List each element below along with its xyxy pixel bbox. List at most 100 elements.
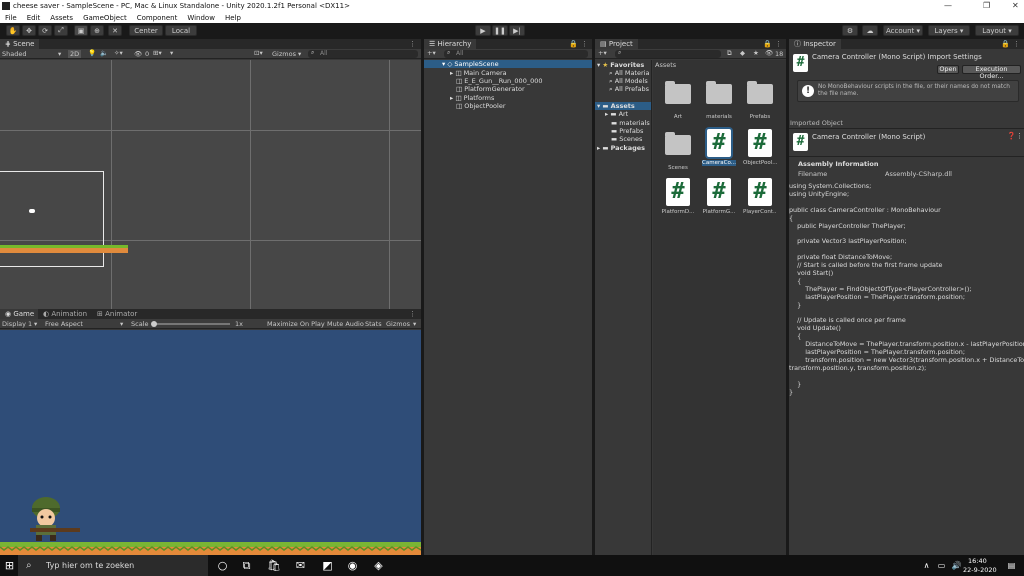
- assets-root-row[interactable]: ▾ ▬ Assets: [595, 102, 651, 110]
- windows-start-icon[interactable]: ⊞: [3, 559, 16, 572]
- mode-2d-button[interactable]: 2D: [68, 50, 82, 58]
- project-lock-icon[interactable]: 🔒: [763, 40, 772, 48]
- help-icon[interactable]: ❓: [1007, 132, 1016, 140]
- unity-taskbar-icon[interactable]: ◈: [372, 559, 385, 572]
- component-menu-icon[interactable]: ⋮: [1016, 132, 1023, 140]
- scale-tool-icon[interactable]: ⤢: [54, 25, 68, 36]
- packages-row[interactable]: ▸ ▬ Packages: [595, 144, 651, 152]
- open-button[interactable]: Open: [937, 65, 959, 74]
- execution-order-button[interactable]: Execution Order...: [962, 65, 1021, 80]
- game-viewport[interactable]: [0, 330, 421, 555]
- task-view-icon[interactable]: ⧉: [240, 559, 253, 572]
- transform-tool-icon[interactable]: ⊕: [90, 25, 104, 36]
- tab-game[interactable]: ◉ Game: [0, 309, 40, 319]
- scene-gizmos-dropdown[interactable]: Gizmos: [272, 50, 296, 58]
- hierarchy-item-platforms[interactable]: ▸ ◫ Platforms: [424, 94, 592, 102]
- tab-scene[interactable]: ⋕ Scene: [0, 39, 40, 49]
- teams-icon[interactable]: ◩: [321, 559, 334, 572]
- platform-sprite[interactable]: [0, 245, 128, 253]
- asset-script-platform-generator[interactable]: # PlatformG...: [702, 178, 736, 215]
- effects-icon[interactable]: ✧▾: [114, 49, 123, 57]
- rect-tool-icon[interactable]: ▣: [74, 25, 88, 36]
- game-menu-icon[interactable]: ⋮: [409, 310, 416, 318]
- scene-menu-icon[interactable]: ⋮: [409, 40, 416, 48]
- hierarchy-lock-icon[interactable]: 🔒: [569, 40, 578, 48]
- project-menu-icon[interactable]: ⋮: [775, 40, 782, 48]
- scale-slider-thumb[interactable]: [151, 321, 157, 327]
- store-icon[interactable]: 🛍: [267, 559, 281, 572]
- aspect-dropdown[interactable]: Free Aspect: [45, 320, 83, 328]
- display-dropdown[interactable]: Display 1: [2, 320, 32, 328]
- notifications-icon[interactable]: ▤: [1005, 559, 1018, 572]
- menu-assets[interactable]: Assets: [45, 14, 78, 22]
- asset-script-object-pooler[interactable]: # ObjectPool...: [743, 129, 777, 166]
- filter-type-icon[interactable]: ⧉: [727, 49, 732, 58]
- shading-chevron-icon[interactable]: ▾: [58, 50, 61, 58]
- expand-arrow-icon[interactable]: ▾ ◇: [442, 60, 454, 68]
- asset-folder-scenes[interactable]: Scenes: [661, 131, 695, 171]
- hierarchy-search-input[interactable]: ⌕ All: [444, 49, 588, 58]
- hierarchy-menu-icon[interactable]: ⋮: [581, 40, 588, 48]
- asset-folder-row[interactable]: ▬ materials: [595, 119, 651, 127]
- menu-gameobject[interactable]: GameObject: [78, 14, 132, 22]
- asset-folder-materials[interactable]: materials: [702, 80, 736, 120]
- display-chevron-icon[interactable]: ▾: [34, 320, 37, 328]
- mail-icon[interactable]: ✉: [294, 559, 307, 572]
- minimize-icon[interactable]: —: [944, 1, 952, 10]
- asset-folder-row[interactable]: ▸ ▬ Art: [595, 110, 651, 118]
- tab-inspector[interactable]: ⓘ Inspector: [789, 39, 841, 49]
- clock-date[interactable]: 22-9-2020: [963, 566, 997, 574]
- asset-script-camera-controller[interactable]: # CameraCo...: [702, 129, 736, 166]
- tab-hierarchy[interactable]: ☰ Hierarchy: [424, 39, 477, 49]
- stats-toggle[interactable]: Stats: [365, 320, 382, 328]
- asset-script-player-controller[interactable]: # PlayerCont...: [743, 178, 777, 215]
- favorite-item[interactable]: ⌕ All Prefabs: [595, 85, 651, 93]
- collab-icon[interactable]: ⚙: [842, 25, 858, 36]
- scene-search-input[interactable]: ⌕ All: [308, 49, 418, 58]
- close-icon[interactable]: ✕: [1012, 1, 1019, 10]
- audio-icon[interactable]: 🔈: [100, 49, 108, 57]
- pivot-center-button[interactable]: Center: [129, 25, 163, 36]
- scene-gizmos-chevron-icon[interactable]: ▾: [298, 50, 301, 58]
- asset-folder-row[interactable]: ▬ Scenes: [595, 135, 651, 143]
- tools-icon[interactable]: ▾: [170, 49, 173, 57]
- clock-time[interactable]: 16:40: [968, 557, 987, 565]
- favorite-star-icon[interactable]: ★: [753, 49, 759, 57]
- menu-edit[interactable]: Edit: [22, 14, 46, 22]
- pause-button[interactable]: ❚❚: [492, 25, 508, 36]
- aspect-chevron-icon[interactable]: ▾: [120, 320, 123, 328]
- filter-label-icon[interactable]: ◆: [740, 49, 745, 57]
- maximize-icon[interactable]: ❐: [983, 1, 990, 10]
- hidden-objects-icon[interactable]: 👁: [134, 50, 142, 58]
- taskbar-search-box[interactable]: ⌕ Typ hier om te zoeken: [18, 555, 208, 576]
- tab-animator[interactable]: ⊞ Animator: [92, 309, 143, 319]
- play-button[interactable]: ▶: [475, 25, 491, 36]
- scene-viewport[interactable]: [0, 60, 421, 309]
- tab-project[interactable]: ▤ Project: [595, 39, 638, 49]
- cloud-icon[interactable]: ☁: [862, 25, 878, 36]
- shading-dropdown[interactable]: Shaded: [2, 50, 26, 58]
- project-breadcrumb[interactable]: Assets: [655, 61, 676, 69]
- menu-window[interactable]: Window: [182, 14, 220, 22]
- hierarchy-item-object-pooler[interactable]: ◫ ObjectPooler: [424, 102, 592, 110]
- hierarchy-item-gun-run[interactable]: ◫ E_E_Gun__Run_000_000: [424, 77, 592, 85]
- step-button[interactable]: ▶|: [509, 25, 525, 36]
- hand-tool-icon[interactable]: ✋: [6, 25, 20, 36]
- inspector-lock-icon[interactable]: 🔒: [1001, 40, 1010, 48]
- create-plus-icon[interactable]: +▾: [427, 49, 436, 57]
- inspector-menu-icon[interactable]: ⋮: [1013, 40, 1020, 48]
- hierarchy-item-main-camera[interactable]: ▸ ◫ Main Camera: [424, 69, 592, 77]
- pivot-local-button[interactable]: Local: [165, 25, 197, 36]
- chrome-icon[interactable]: ◉: [346, 559, 359, 572]
- game-gizmos-chevron-icon[interactable]: ▾: [413, 320, 416, 328]
- menu-help[interactable]: Help: [220, 14, 246, 22]
- lighting-icon[interactable]: 💡: [88, 49, 96, 57]
- hierarchy-scene-row[interactable]: ▾ ◇ SampleScene: [424, 60, 592, 68]
- grid-icon[interactable]: ⊞▾: [153, 49, 162, 57]
- layout-dropdown[interactable]: Layout ▾: [975, 25, 1019, 36]
- account-dropdown[interactable]: Account ▾: [883, 25, 923, 36]
- tab-animation[interactable]: ◐ Animation: [38, 309, 93, 319]
- hierarchy-item-platform-generator[interactable]: ◫ PlatformGenerator: [424, 85, 592, 93]
- network-icon[interactable]: ▭: [935, 559, 948, 572]
- custom-tool-icon[interactable]: ✕: [108, 25, 122, 36]
